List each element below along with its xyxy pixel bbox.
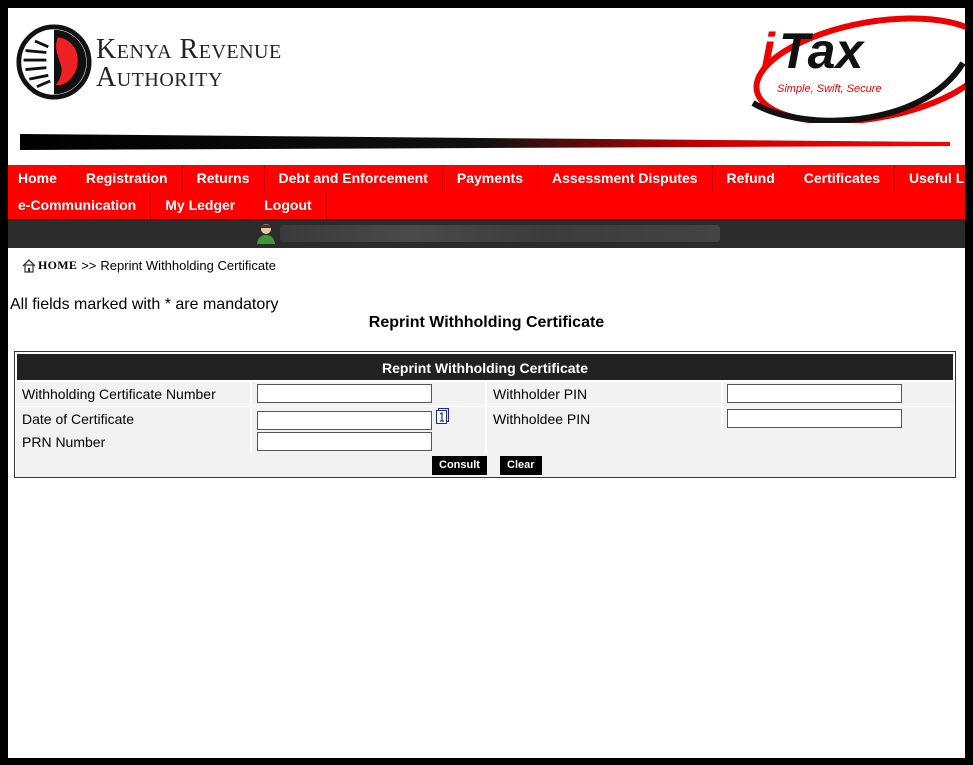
user-avatar-icon bbox=[257, 224, 275, 244]
clear-button[interactable]: Clear bbox=[500, 456, 542, 475]
home-icon bbox=[22, 258, 36, 273]
empty-cell bbox=[487, 430, 954, 454]
breadcrumb-home-link[interactable]: HOME bbox=[38, 258, 77, 273]
nav-payments[interactable]: Payments bbox=[443, 165, 539, 192]
nav-row-2: e-Communication My Ledger Logout bbox=[8, 192, 327, 219]
svg-text:i: i bbox=[761, 23, 776, 79]
calendar-icon[interactable] bbox=[436, 408, 449, 424]
page-title: Reprint Withholding Certificate bbox=[368, 314, 605, 331]
nav-logout[interactable]: Logout bbox=[250, 192, 327, 219]
header-swoosh-divider bbox=[20, 134, 950, 150]
nav-row-1: Home Registration Returns Debt and Enfor… bbox=[8, 165, 965, 192]
nav-my-ledger[interactable]: My Ledger bbox=[151, 192, 251, 219]
breadcrumb: HOME >> Reprint Withholding Certificate bbox=[22, 258, 276, 273]
withholder-pin-input[interactable] bbox=[727, 384, 902, 403]
org-name-line1: Kenya Revenue bbox=[96, 34, 282, 65]
form-section-title: Reprint Withholding Certificate bbox=[16, 353, 954, 381]
withholder-pin-label: Withholder PIN bbox=[487, 382, 721, 406]
svg-text:Simple, Swift, Secure: Simple, Swift, Secure bbox=[777, 83, 882, 95]
withholder-pin-cell bbox=[723, 382, 954, 406]
browser-frame: Kenya Revenue Authority i Tax Simple, Sw… bbox=[8, 8, 965, 758]
org-name-line2: Authority bbox=[96, 62, 223, 93]
nav-registration[interactable]: Registration bbox=[72, 165, 183, 192]
certificate-number-label: Withholding Certificate Number bbox=[16, 382, 250, 406]
nav-home[interactable]: Home bbox=[8, 165, 72, 192]
breadcrumb-separator: >> bbox=[81, 258, 97, 273]
withholdee-pin-label: Withholdee PIN bbox=[487, 407, 721, 431]
certificate-number-input[interactable] bbox=[257, 384, 432, 403]
breadcrumb-current: Reprint Withholding Certificate bbox=[100, 258, 276, 273]
nav-returns[interactable]: Returns bbox=[183, 165, 265, 192]
withholdee-pin-cell bbox=[723, 407, 954, 431]
date-of-certificate-cell bbox=[252, 407, 485, 431]
withholdee-pin-input[interactable] bbox=[727, 409, 902, 428]
mandatory-fields-note: All fields marked with * are mandatory bbox=[10, 296, 279, 313]
form-row-2: Date of Certificate Withholdee PIN bbox=[16, 407, 954, 431]
nav-useful-links[interactable]: Useful Links bbox=[895, 165, 965, 192]
form-row-1: Withholding Certificate Number Withholde… bbox=[16, 382, 954, 406]
form-row-3: PRN Number bbox=[16, 430, 954, 454]
kra-lion-logo-icon bbox=[16, 24, 92, 100]
nav-assessment-disputes[interactable]: Assessment Disputes bbox=[538, 165, 713, 192]
user-info-bar bbox=[8, 219, 965, 248]
nav-certificates[interactable]: Certificates bbox=[790, 165, 896, 192]
form-actions: Consult Clear bbox=[16, 453, 954, 477]
nav-e-communication[interactable]: e-Communication bbox=[8, 192, 152, 219]
reprint-certificate-form: Reprint Withholding Certificate Withhold… bbox=[14, 351, 956, 478]
itax-logo-icon: i Tax Simple, Swift, Secure bbox=[751, 15, 965, 123]
consult-button[interactable]: Consult bbox=[432, 456, 487, 475]
kra-name: Kenya Revenue Authority bbox=[96, 36, 282, 92]
certificate-number-cell bbox=[252, 382, 485, 406]
main-navigation: Home Registration Returns Debt and Enfor… bbox=[8, 165, 965, 219]
prn-number-label: PRN Number bbox=[16, 430, 250, 454]
prn-number-cell bbox=[252, 430, 485, 454]
prn-number-input[interactable] bbox=[257, 432, 432, 451]
date-of-certificate-input[interactable] bbox=[257, 411, 432, 430]
site-header: Kenya Revenue Authority i Tax Simple, Sw… bbox=[8, 8, 965, 165]
nav-debt-enforcement[interactable]: Debt and Enforcement bbox=[265, 165, 443, 192]
svg-text:Tax: Tax bbox=[779, 23, 865, 79]
nav-refund[interactable]: Refund bbox=[713, 165, 790, 192]
redacted-user-details bbox=[280, 225, 720, 242]
date-of-certificate-label: Date of Certificate bbox=[16, 407, 250, 431]
